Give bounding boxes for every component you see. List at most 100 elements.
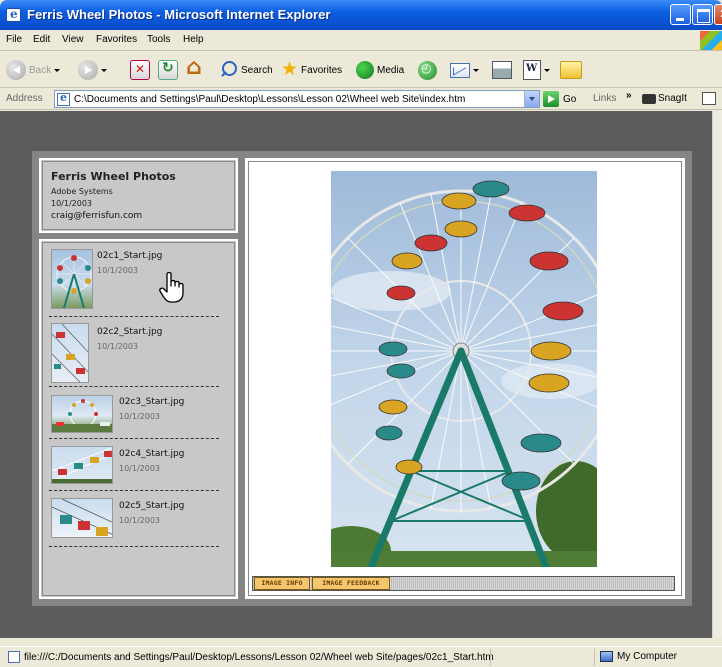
forward-button[interactable] (78, 58, 107, 82)
search-label: Search (241, 64, 273, 76)
chevron-down-icon[interactable] (544, 68, 550, 72)
windows-logo-icon (700, 31, 722, 50)
menu-view[interactable]: View (62, 34, 84, 45)
ie-logo-icon (6, 7, 21, 22)
status-divider (490, 649, 491, 666)
address-label: Address (6, 93, 43, 104)
menu-tools[interactable]: Tools (147, 34, 170, 45)
history-button[interactable] (418, 58, 437, 82)
thumbnail-item[interactable]: 02c2_Start.jpg 10/1/2003 (49, 317, 219, 387)
back-button[interactable]: Back (6, 58, 61, 82)
search-button[interactable]: Search (218, 58, 273, 82)
chevron-down-icon[interactable] (101, 68, 107, 72)
menu-file[interactable]: File (6, 34, 22, 45)
page-icon (57, 91, 70, 106)
go-arrow-icon (543, 91, 559, 107)
gallery-date: 10/1/2003 (51, 199, 93, 208)
gallery-info-box: Ferris Wheel Photos Adobe Systems 10/1/2… (39, 158, 238, 233)
back-arrow-icon (6, 60, 26, 80)
print-button[interactable] (492, 58, 512, 82)
thumbnail-name[interactable]: 02c2_Start.jpg (97, 327, 162, 337)
go-button[interactable]: Go (543, 91, 576, 107)
thumbnail-item[interactable]: 02c4_Start.jpg 10/1/2003 (49, 439, 219, 491)
refresh-icon (158, 60, 178, 80)
go-label: Go (563, 93, 577, 105)
hand-cursor-icon (159, 271, 184, 303)
address-input[interactable]: C:\Documents and Settings\Paul\Desktop\L… (54, 90, 540, 108)
tab-image-info[interactable]: IMAGE INFO (254, 577, 310, 590)
address-value[interactable]: C:\Documents and Settings\Paul\Desktop\L… (74, 94, 465, 105)
thumbnail-name[interactable]: 02c3_Start.jpg (119, 397, 184, 407)
gallery-title: Ferris Wheel Photos (51, 170, 176, 183)
links-chevron[interactable]: » (626, 90, 632, 101)
thumbnail-date: 10/1/2003 (97, 342, 139, 351)
thumbnail-image[interactable] (51, 323, 89, 383)
thumbnail-date: 10/1/2003 (119, 412, 161, 421)
printer-icon (492, 61, 512, 79)
stop-button[interactable] (130, 58, 150, 82)
thumbnail-item[interactable]: 02c1_Start.jpg 10/1/2003 (49, 247, 219, 317)
history-icon (418, 60, 437, 80)
maximize-button[interactable] (692, 4, 713, 25)
thumbnail-item[interactable]: 02c5_Start.jpg 10/1/2003 (49, 491, 219, 547)
menu-edit[interactable]: Edit (33, 34, 50, 45)
minimize-button[interactable] (670, 4, 691, 25)
edit-button[interactable] (523, 58, 550, 82)
thumbnail-date: 10/1/2003 (119, 464, 161, 473)
menu-help[interactable]: Help (183, 34, 204, 45)
tab-image-feedback[interactable]: IMAGE FEEDBACK (312, 577, 390, 590)
gallery-company: Adobe Systems (51, 187, 113, 196)
favorites-label: Favorites (301, 64, 343, 76)
snagit-label: SnagIt (658, 93, 687, 104)
thumbnail-item[interactable]: 02c3_Start.jpg 10/1/2003 (49, 387, 219, 439)
menu-favorites[interactable]: Favorites (96, 34, 137, 45)
status-divider (594, 649, 595, 666)
links-label[interactable]: Links (593, 93, 616, 104)
home-button[interactable] (186, 55, 206, 82)
word-edit-icon (523, 60, 541, 80)
refresh-button[interactable] (158, 58, 178, 82)
computer-icon (600, 651, 613, 662)
star-icon: ★ (281, 59, 299, 80)
thumbnail-image[interactable] (51, 395, 113, 433)
address-dropdown-button[interactable] (524, 91, 539, 107)
search-icon (218, 60, 238, 80)
thumbnail-image[interactable] (51, 446, 113, 484)
back-label: Back (29, 64, 52, 76)
security-zone: My Computer (600, 651, 677, 662)
image-tab-bar: IMAGE INFO IMAGE FEEDBACK (252, 576, 675, 591)
favorites-button[interactable]: ★ Favorites (281, 58, 342, 82)
folder-icon (560, 61, 582, 79)
thumbnail-panel: 02c1_Start.jpg 10/1/2003 02c2_Start.jpg … (39, 239, 238, 599)
menu-bar: File Edit View Favorites Tools Help (0, 30, 722, 51)
stop-icon (130, 60, 150, 80)
thumbnail-name[interactable]: 02c5_Start.jpg (119, 501, 184, 511)
thumbnail-name[interactable]: 02c1_Start.jpg (97, 251, 162, 261)
vertical-scrollbar[interactable] (712, 111, 722, 638)
status-bar: file:///C:/Documents and Settings/Paul/D… (0, 646, 722, 667)
forward-arrow-icon (78, 60, 98, 80)
snagit-button[interactable]: SnagIt (642, 93, 687, 104)
snagit-capture-icon[interactable] (702, 92, 716, 105)
thumbnail-image[interactable] (51, 249, 93, 309)
status-message: file:///C:/Documents and Settings/Paul/D… (24, 652, 494, 663)
media-button[interactable]: Media (356, 58, 404, 82)
thumbnail-image[interactable] (51, 498, 113, 538)
main-photo (331, 171, 597, 567)
mail-button[interactable] (450, 58, 479, 82)
chevron-down-icon[interactable] (54, 68, 61, 72)
zone-label: My Computer (617, 651, 678, 662)
thumbnail-name[interactable]: 02c4_Start.jpg (119, 449, 184, 459)
title-bar: Ferris Wheel Photos - Microsoft Internet… (0, 0, 722, 30)
gallery-email[interactable]: craig@ferrisfun.com (51, 211, 226, 221)
standard-toolbar: Back Search ★ Favorites Media (0, 52, 722, 88)
close-button[interactable] (714, 4, 722, 25)
window-title: Ferris Wheel Photos - Microsoft Internet… (27, 7, 331, 22)
home-icon (186, 55, 206, 80)
camera-icon (642, 93, 656, 104)
folder-button[interactable] (560, 58, 582, 82)
address-bar: Address C:\Documents and Settings\Paul\D… (0, 88, 722, 110)
chevron-down-icon[interactable] (473, 68, 479, 72)
thumbnail-date: 10/1/2003 (97, 266, 139, 275)
mail-icon (450, 62, 470, 78)
